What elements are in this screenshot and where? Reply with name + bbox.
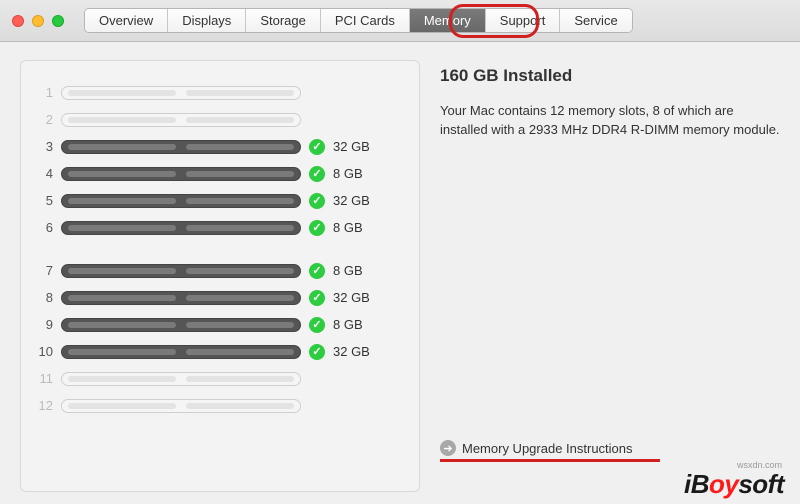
slot-size: 32 GB	[333, 344, 370, 359]
dimm-icon	[61, 345, 301, 359]
slot-number: 12	[35, 398, 53, 413]
maximize-button[interactable]	[52, 15, 64, 27]
tab-pci-cards[interactable]: PCI Cards	[321, 9, 410, 32]
dimm-icon	[61, 167, 301, 181]
memory-slots-panel: 123✓32 GB4✓8 GB5✓32 GB6✓8 GB 7✓8 GB8✓32 …	[20, 60, 420, 492]
tab-support[interactable]: Support	[486, 9, 561, 32]
titlebar: OverviewDisplaysStoragePCI CardsMemorySu…	[0, 0, 800, 42]
dimm-icon	[61, 291, 301, 305]
check-icon: ✓	[309, 263, 325, 279]
tab-storage[interactable]: Storage	[246, 9, 321, 32]
memory-slot-row: 10 ✓ 32 GB	[35, 338, 405, 365]
memory-slot-row: 7 ✓ 8 GB	[35, 257, 405, 284]
check-icon: ✓	[309, 220, 325, 236]
slot-number: 6	[35, 220, 53, 235]
check-icon: ✓	[309, 166, 325, 182]
memory-slot-row: 11	[35, 365, 405, 392]
memory-slot-row: 2	[35, 106, 405, 133]
annotation-underline	[440, 459, 660, 462]
check-icon: ✓	[309, 290, 325, 306]
slot-size: 8 GB	[333, 220, 363, 235]
memory-slot-row: 1	[35, 79, 405, 106]
dimm-icon	[61, 399, 301, 413]
tab-bar: OverviewDisplaysStoragePCI CardsMemorySu…	[84, 8, 633, 33]
check-icon: ✓	[309, 193, 325, 209]
close-button[interactable]	[12, 15, 24, 27]
memory-slot-row: 6 ✓ 8 GB	[35, 214, 405, 241]
dimm-icon	[61, 86, 301, 100]
slot-number: 9	[35, 317, 53, 332]
window-controls	[12, 15, 64, 27]
memory-slot-row: 3 ✓ 32 GB	[35, 133, 405, 160]
slot-number: 1	[35, 85, 53, 100]
memory-upgrade-link[interactable]: ➔ Memory Upgrade Instructions	[440, 440, 633, 456]
memory-slot-row: 4 ✓ 8 GB	[35, 160, 405, 187]
tab-overview[interactable]: Overview	[85, 9, 168, 32]
memory-slot-row: 8 ✓ 32 GB	[35, 284, 405, 311]
slot-number: 7	[35, 263, 53, 278]
slot-number: 5	[35, 193, 53, 208]
slot-group-top: 1 2 3 ✓ 32 GB 4 ✓ 8 GB 5 ✓ 32 GB 6 ✓ 8 GB	[35, 79, 405, 241]
slot-size: 32 GB	[333, 290, 370, 305]
dimm-icon	[61, 372, 301, 386]
upgrade-link-label: Memory Upgrade Instructions	[462, 441, 633, 456]
slot-size: 8 GB	[333, 166, 363, 181]
memory-description: Your Mac contains 12 memory slots, 8 of …	[440, 102, 780, 140]
slot-number: 10	[35, 344, 53, 359]
slot-group-bottom: 7 ✓ 8 GB 8 ✓ 32 GB 9 ✓ 8 GB 10 ✓ 32 GB 11 12	[35, 257, 405, 419]
dimm-icon	[61, 318, 301, 332]
memory-slot-row: 9 ✓ 8 GB	[35, 311, 405, 338]
slot-size: 32 GB	[333, 193, 370, 208]
dimm-icon	[61, 140, 301, 154]
tab-memory[interactable]: Memory	[410, 9, 486, 32]
slot-number: 2	[35, 112, 53, 127]
check-icon: ✓	[309, 139, 325, 155]
check-icon: ✓	[309, 317, 325, 333]
slot-size: 8 GB	[333, 317, 363, 332]
check-icon: ✓	[309, 344, 325, 360]
dimm-icon	[61, 221, 301, 235]
arrow-right-icon: ➔	[440, 440, 456, 456]
dimm-icon	[61, 113, 301, 127]
slot-size: 32 GB	[333, 139, 370, 154]
slot-number: 8	[35, 290, 53, 305]
memory-slot-row: 12	[35, 392, 405, 419]
slot-size: 8 GB	[333, 263, 363, 278]
slot-number: 4	[35, 166, 53, 181]
slot-number: 11	[35, 371, 53, 386]
tab-displays[interactable]: Displays	[168, 9, 246, 32]
slot-number: 3	[35, 139, 53, 154]
dimm-icon	[61, 194, 301, 208]
memory-total: 160 GB Installed	[440, 66, 780, 86]
tab-service[interactable]: Service	[560, 9, 631, 32]
content: 123✓32 GB4✓8 GB5✓32 GB6✓8 GB 7✓8 GB8✓32 …	[0, 42, 800, 504]
dimm-icon	[61, 264, 301, 278]
watermark-logo: iBoysoft	[684, 469, 784, 500]
memory-info-panel: 160 GB Installed Your Mac contains 12 me…	[440, 60, 780, 492]
minimize-button[interactable]	[32, 15, 44, 27]
memory-slot-row: 5 ✓ 32 GB	[35, 187, 405, 214]
